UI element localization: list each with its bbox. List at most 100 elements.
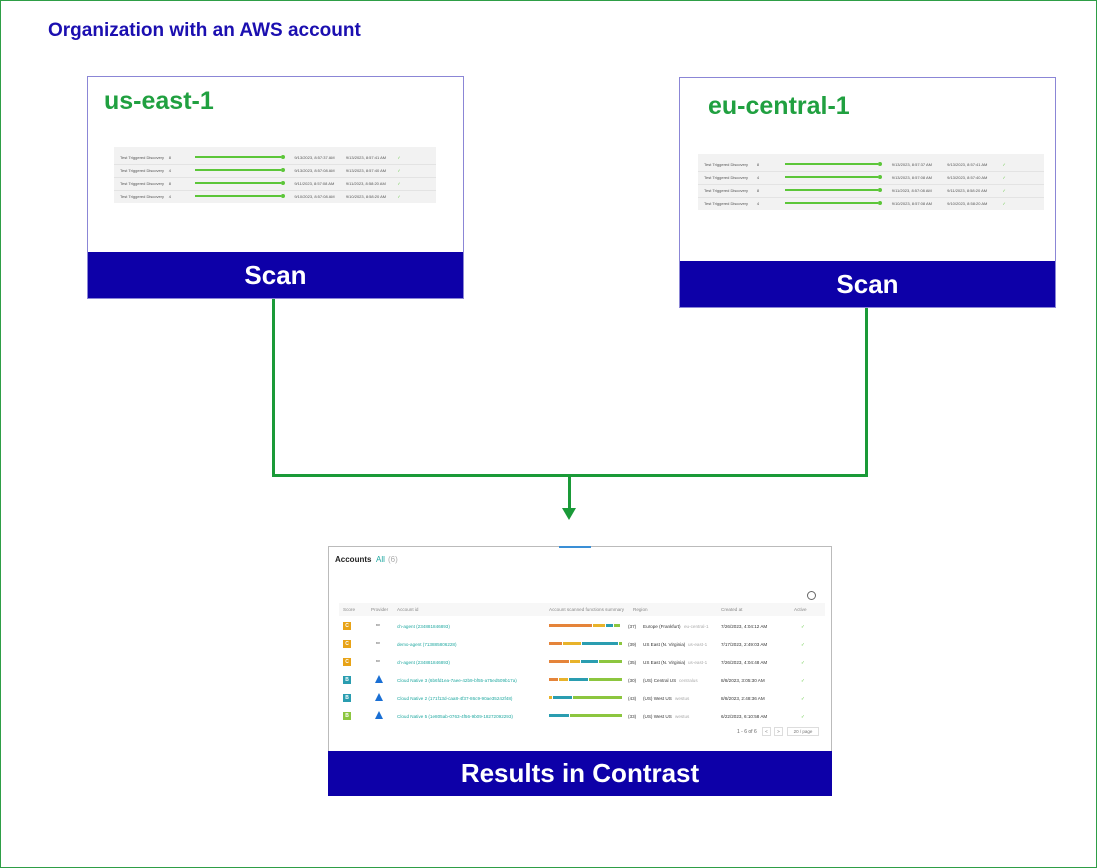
table-row[interactable]: B Cloud Native 3 (6b6fd1ea-7aee-42b9-bf55… — [339, 671, 825, 689]
row-divider — [698, 171, 1044, 172]
summary-bar-segment — [549, 660, 570, 663]
page-size-select[interactable]: 20 / page — [787, 727, 819, 736]
table-row[interactable]: C ▭ ch-agent (234881846893) (35) US East (N.… — [339, 653, 825, 671]
created-at: 7/26/2023, 4:04:12 AM — [721, 624, 768, 629]
scan-start: 9/13/2023, 8:57:37 AM — [891, 162, 933, 167]
scan-status-dot — [877, 201, 882, 205]
account-link[interactable]: ch-agent (234881846893) — [397, 624, 450, 629]
summary-bar-segment — [549, 696, 552, 699]
scan-row: Test Triggered Discovery 8 9/11/2023, 8:57… — [698, 184, 1044, 197]
col-created: Created at — [721, 607, 743, 612]
scan-status-icon: ✓ — [1002, 188, 1006, 193]
filter-all-link[interactable]: All — [376, 555, 385, 564]
tab-indicator — [559, 546, 591, 548]
scan-count: 8 — [168, 181, 171, 186]
scan-start: 9/10/2023, 8:57:08 AM — [294, 194, 335, 199]
scan-name: Test Triggered Discovery — [704, 175, 749, 180]
scan-count: 4 — [756, 201, 760, 206]
scan-start: 9/13/2023, 8:57:08 AM — [891, 175, 933, 180]
connector-left-vertical — [272, 299, 275, 477]
score-badge: C — [343, 640, 351, 648]
table-row[interactable]: C ▭ ch-agent (234881846893) (37) Europe (Fra… — [339, 617, 825, 635]
scan-end: 9/11/2023, 8:58:20 AM — [345, 181, 386, 186]
score-badge: C — [343, 622, 351, 630]
table-row[interactable]: B Cloud Native 2 (171f13d-caa8-4f37-86c9-… — [339, 689, 825, 707]
scan-status-icon: ✓ — [397, 194, 401, 199]
account-link[interactable]: Cloud Native 3 (6b6fd1ea-7aee-42b9-bf55-… — [397, 678, 517, 683]
scan-status-icon: ✓ — [1002, 162, 1006, 167]
account-link[interactable]: ch-agent (234881846893) — [397, 660, 450, 665]
active-check-icon: ✓ — [801, 642, 805, 647]
scan-progress-bar — [784, 176, 878, 178]
table-row[interactable]: C ▭ demo-agent (713885806228) (39) US East (… — [339, 635, 825, 653]
table-row[interactable]: B Cloud Native 5 (1e805ab-0763-4f56-9b09-… — [339, 707, 825, 725]
row-divider — [698, 184, 1044, 185]
scan-status-dot — [281, 155, 286, 159]
scan-row: Test Triggered Discovery 4 9/13/2023, 8:57… — [114, 164, 436, 177]
summary-bar-segment — [549, 714, 570, 717]
scan-status-icon: ✓ — [397, 155, 401, 160]
arrow-down-icon — [562, 508, 576, 520]
col-active: Active — [794, 607, 807, 612]
scan-name: Test Triggered Discovery — [704, 162, 749, 167]
refresh-icon[interactable] — [807, 591, 816, 600]
scan-button[interactable]: Scan — [88, 252, 463, 298]
account-link[interactable]: Cloud Native 5 (1e805ab-0763-4f56-9b09-1… — [397, 714, 513, 719]
row-divider — [114, 177, 436, 178]
page-prev-button[interactable]: < — [762, 727, 771, 736]
row-divider — [114, 190, 436, 191]
scan-status-dot — [877, 175, 882, 179]
region-code: us-east-1 — [688, 660, 708, 665]
scan-end: 9/11/2023, 8:58:20 AM — [947, 188, 988, 193]
region-title: eu-central-1 — [708, 92, 850, 120]
scan-progress-bar — [194, 156, 282, 158]
page-next-button[interactable]: > — [774, 727, 783, 736]
azure-icon — [375, 711, 383, 719]
summary-bar-segment — [582, 642, 618, 645]
scan-progress-bar — [194, 195, 282, 197]
scan-start: 9/11/2023, 8:57:08 AM — [294, 181, 335, 186]
summary-bar-segment — [613, 624, 621, 627]
col-score[interactable]: Score — [343, 607, 355, 612]
summary-bar-segment — [580, 660, 599, 663]
summary-bar-segment — [606, 624, 613, 627]
results-banner: Results in Contrast — [328, 751, 832, 796]
scan-button[interactable]: Scan — [680, 261, 1055, 307]
scan-name: Test Triggered Discovery — [120, 194, 165, 199]
region-title: us-east-1 — [104, 87, 214, 115]
region-box-us-east-1: us-east-1 Test Triggered Discovery 8 9/13/… — [87, 76, 464, 299]
account-link[interactable]: demo-agent (713885806228) — [397, 642, 457, 647]
score-badge: B — [343, 676, 351, 684]
summary-bar-segment — [549, 624, 593, 627]
scan-end: 9/13/2023, 8:57:40 AM — [345, 168, 387, 173]
scan-count: 4 — [168, 168, 171, 173]
active-check-icon: ✓ — [801, 678, 805, 683]
scan-count: 8 — [168, 155, 171, 160]
scan-name: Test Triggered Discovery — [704, 201, 749, 206]
score-badge: B — [343, 694, 351, 702]
scan-name: Test Triggered Discovery — [704, 188, 749, 193]
col-summary: Account scanned functions summary — [549, 607, 625, 612]
summary-bar-segment — [618, 642, 622, 645]
summary-bar-segment — [562, 642, 582, 645]
summary-count: (30) — [628, 678, 637, 683]
region-name: (US) Central US — [643, 678, 677, 683]
summary-bar-segment — [589, 678, 623, 681]
scan-start: 9/13/2023, 8:57:08 AM — [294, 168, 335, 173]
aws-icon: ▭ — [376, 622, 380, 627]
account-link[interactable]: Cloud Native 2 (171f13d-caa8-4f37-86c9-9… — [397, 696, 512, 701]
region-name: (US) West US — [643, 714, 672, 719]
scan-row: Test Triggered Discovery 4 9/13/2023, 8:57… — [698, 171, 1044, 184]
region-code: us-east-1 — [688, 642, 708, 647]
summary-bar-segment — [570, 714, 623, 717]
created-at: 8/8/2023, 3:05:30 AM — [721, 678, 765, 683]
summary-count: (43) — [628, 696, 637, 701]
summary-bar-segment — [593, 624, 605, 627]
aws-icon: ▭ — [376, 658, 380, 663]
region-code: westus — [675, 714, 690, 719]
azure-icon — [375, 675, 383, 683]
scan-table: Test Triggered Discovery 8 9/13/2023, 8:57… — [698, 154, 1044, 210]
org-title: Organization with an AWS account — [48, 20, 361, 41]
summary-bar-segment — [549, 642, 562, 645]
scan-row: Test Triggered Discovery 4 9/10/2023, 8:57… — [114, 190, 436, 203]
